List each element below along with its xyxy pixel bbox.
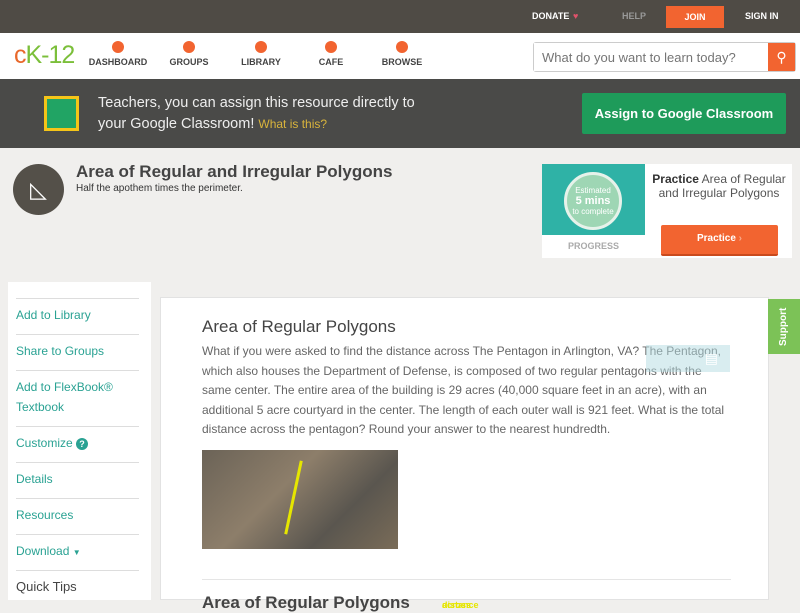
support-tab[interactable]: Support xyxy=(768,299,800,354)
sidebar-resources[interactable]: Resources xyxy=(16,498,139,525)
search-box: ⚲ xyxy=(533,42,796,72)
estimate-badge: Estimated 5 mins to complete xyxy=(564,172,622,230)
divider xyxy=(202,579,731,580)
heart-icon: ♥ xyxy=(573,11,579,21)
top-bar: DONATE ♥ HELP JOIN SIGN IN xyxy=(0,0,800,33)
help-link[interactable]: HELP xyxy=(622,11,646,21)
google-classroom-icon xyxy=(44,96,79,131)
pentagon-image: distance across xyxy=(202,450,479,610)
nav-label: GROUPS xyxy=(169,57,209,67)
page-subtitle: Half the apothem times the perimeter. xyxy=(76,183,243,194)
nav-label: DASHBOARD xyxy=(88,57,148,67)
practice-bold: Practice xyxy=(652,172,699,186)
content-panel: Area of Regular Polygons What if you wer… xyxy=(160,297,769,612)
page-title: Area of Regular and Irregular Polygons xyxy=(76,162,393,181)
search-button[interactable]: ⚲ xyxy=(768,43,795,71)
practice-button[interactable]: Practice › xyxy=(661,225,778,256)
nav-dashboard[interactable]: DASHBOARD xyxy=(83,41,153,67)
estimate-time: 5 mins xyxy=(575,195,611,207)
practice-card: Estimated 5 mins to complete PROGRESS Prac… xyxy=(542,164,792,258)
practice-button-label: Practice xyxy=(696,233,736,244)
nav-label: CAFE xyxy=(318,57,344,67)
sidebar-add-to-library[interactable]: Add to Library xyxy=(16,298,139,325)
nav-browse[interactable]: BROWSE xyxy=(367,41,437,67)
main-nav: cK-12 DASHBOARD GROUPS LIBRARY CAFE BROW… xyxy=(0,33,800,79)
sidebar-download[interactable]: Download ▼ xyxy=(16,534,139,563)
notes-toggle[interactable]: ▤ xyxy=(646,345,730,372)
practice-title: Practice Area of Regular and Irregular P… xyxy=(650,172,788,200)
dashboard-icon xyxy=(112,41,124,53)
quick-tips-heading: Quick Tips xyxy=(16,570,139,597)
sidebar-share-to-groups[interactable]: Share to Groups xyxy=(16,334,139,361)
google-classroom-banner: Teachers, you can assign this resource d… xyxy=(0,79,800,148)
download-label: Download xyxy=(16,544,70,558)
nav-groups[interactable]: GROUPS xyxy=(154,41,224,67)
assign-google-classroom-button[interactable]: Assign to Google Classroom xyxy=(582,93,786,134)
classroom-text: your Google Classroom! xyxy=(98,116,255,132)
section-heading-2: Area of Regular Polygons xyxy=(202,593,410,612)
sign-in-link[interactable]: SIGN IN xyxy=(745,11,779,21)
donate-link[interactable]: DONATE xyxy=(532,11,569,21)
customize-label: Customize xyxy=(16,436,73,450)
library-icon xyxy=(255,41,267,53)
search-input[interactable] xyxy=(534,43,764,71)
classroom-text: Teachers, you can assign this resource d… xyxy=(98,95,415,111)
groups-icon xyxy=(183,41,195,53)
notes-icon: ▤ xyxy=(704,350,718,366)
sidebar-add-to-flexbook[interactable]: Add to FlexBook® Textbook xyxy=(16,370,139,417)
nav-label: BROWSE xyxy=(381,57,423,67)
search-icon: ⚲ xyxy=(776,49,787,65)
classroom-message: Teachers, you can assign this resource d… xyxy=(98,93,415,135)
sidebar: Add to Library Share to Groups Add to Fl… xyxy=(8,282,151,600)
estimate-label: Estimated xyxy=(575,186,611,195)
section-heading: Area of Regular Polygons xyxy=(202,317,396,336)
cafe-icon xyxy=(325,41,337,53)
what-is-this-link[interactable]: What is this? xyxy=(258,117,327,131)
estimate-label: to complete xyxy=(572,207,614,216)
nav-cafe[interactable]: CAFE xyxy=(296,41,366,67)
ck12-logo[interactable]: cK-12 xyxy=(14,41,75,70)
distance-line xyxy=(284,460,303,535)
caret-down-icon: ▼ xyxy=(72,548,81,557)
join-button[interactable]: JOIN xyxy=(666,6,724,28)
concept-icon: ◺ xyxy=(13,164,64,215)
sidebar-details[interactable]: Details xyxy=(16,462,139,489)
progress-label: PROGRESS xyxy=(567,241,619,251)
nav-library[interactable]: LIBRARY xyxy=(226,41,296,67)
practice-image: Estimated 5 mins to complete xyxy=(542,164,645,235)
nav-label: LIBRARY xyxy=(241,57,281,67)
chevron-right-icon: › xyxy=(738,233,743,244)
sidebar-customize[interactable]: Customize ? xyxy=(16,426,139,453)
image-label: across xyxy=(442,600,472,610)
help-icon[interactable]: ? xyxy=(76,438,89,450)
browse-icon xyxy=(396,41,408,53)
